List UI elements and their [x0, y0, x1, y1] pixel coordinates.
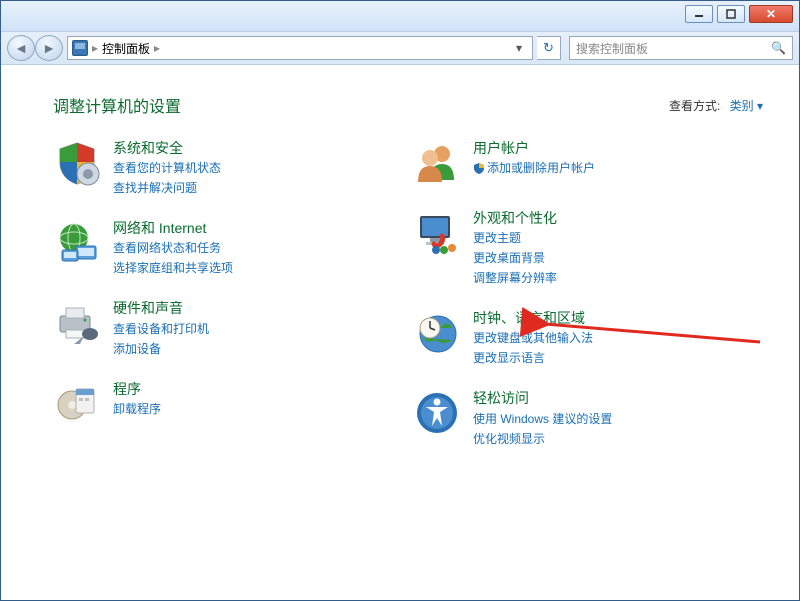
- cat-link-appearance[interactable]: 外观和个性化: [473, 209, 557, 227]
- nav-forward-button[interactable]: ►: [35, 35, 63, 61]
- link-homegroup-sharing[interactable]: 选择家庭组和共享选项: [113, 259, 233, 277]
- cat-programs: 程序 卸载程序: [53, 380, 403, 428]
- cat-hardware: 硬件和声音 查看设备和打印机 添加设备: [53, 299, 403, 357]
- address-dropdown-icon[interactable]: ▾: [510, 41, 528, 55]
- content-header: 调整计算机的设置 查看方式: 类别 ▾: [53, 93, 763, 117]
- clock-globe-icon: [413, 309, 461, 357]
- link-change-theme[interactable]: 更改主题: [473, 229, 557, 247]
- cat-appearance: 外观和个性化 更改主题 更改桌面背景 调整屏幕分辨率: [413, 209, 763, 287]
- view-by: 查看方式: 类别 ▾: [669, 97, 763, 114]
- nav-back-button[interactable]: ◄: [7, 35, 35, 61]
- cat-users: 用户帐户 添加或删除用户帐户: [413, 139, 763, 187]
- link-windows-suggestions[interactable]: 使用 Windows 建议的设置: [473, 410, 612, 428]
- breadcrumb-sep-icon: ▸: [154, 41, 160, 55]
- link-optimize-video[interactable]: 优化视频显示: [473, 430, 612, 448]
- breadcrumb-sep-icon: ▸: [92, 41, 98, 55]
- link-change-keyboard-input[interactable]: 更改键盘或其他输入法: [473, 329, 593, 347]
- left-column: 系统和安全 查看您的计算机状态 查找并解决问题: [53, 139, 403, 448]
- monitor-appearance-icon: [413, 209, 461, 257]
- cat-link-clock-language[interactable]: 时钟、语言和区域: [473, 309, 593, 327]
- close-button[interactable]: ✕: [749, 5, 793, 23]
- right-column: 用户帐户 添加或删除用户帐户: [413, 139, 763, 448]
- link-change-wallpaper[interactable]: 更改桌面背景: [473, 249, 557, 267]
- maximize-button[interactable]: [717, 5, 745, 23]
- refresh-button[interactable]: ↻: [537, 36, 561, 60]
- view-by-label: 查看方式:: [669, 99, 720, 113]
- cat-link-users[interactable]: 用户帐户: [473, 139, 595, 157]
- cat-link-ease-of-access[interactable]: 轻松访问: [473, 389, 612, 407]
- globe-network-icon: [53, 219, 101, 267]
- link-find-fix-problems[interactable]: 查找并解决问题: [113, 179, 221, 197]
- content-area: 调整计算机的设置 查看方式: 类别 ▾: [1, 65, 799, 600]
- cat-link-hardware[interactable]: 硬件和声音: [113, 299, 209, 317]
- cat-link-programs[interactable]: 程序: [113, 380, 161, 398]
- cat-link-network[interactable]: 网络和 Internet: [113, 219, 233, 237]
- minimize-button[interactable]: [685, 5, 713, 23]
- link-add-device[interactable]: 添加设备: [113, 340, 209, 358]
- link-network-status[interactable]: 查看网络状态和任务: [113, 239, 233, 257]
- nav-arrows: ◄ ►: [7, 35, 63, 61]
- cat-link-system-security[interactable]: 系统和安全: [113, 139, 221, 157]
- ease-of-access-icon: [413, 389, 461, 437]
- navbar: ◄ ► ▸ 控制面板 ▸ ▾ ↻ 搜索控制面板 🔍: [1, 31, 799, 65]
- search-placeholder: 搜索控制面板: [576, 40, 648, 57]
- window-frame: ✕ ◄ ► ▸ 控制面板 ▸ ▾ ↻ 搜索控制面板 🔍 调整计算机的设置 查看方…: [0, 0, 800, 601]
- link-view-computer-status[interactable]: 查看您的计算机状态: [113, 159, 221, 177]
- address-bar[interactable]: ▸ 控制面板 ▸ ▾: [67, 36, 533, 60]
- control-panel-icon: [72, 40, 88, 56]
- titlebar: ✕: [1, 1, 799, 31]
- breadcrumb-item[interactable]: 控制面板: [102, 40, 150, 57]
- printer-hardware-icon: [53, 299, 101, 347]
- category-columns: 系统和安全 查看您的计算机状态 查找并解决问题: [53, 139, 763, 448]
- link-add-remove-accounts[interactable]: 添加或删除用户帐户: [473, 159, 595, 177]
- search-box[interactable]: 搜索控制面板 🔍: [569, 36, 793, 60]
- cat-system-security: 系统和安全 查看您的计算机状态 查找并解决问题: [53, 139, 403, 197]
- cat-ease-of-access: 轻松访问 使用 Windows 建议的设置 优化视频显示: [413, 389, 763, 447]
- page-title: 调整计算机的设置: [53, 93, 181, 117]
- programs-icon: [53, 380, 101, 428]
- link-screen-resolution[interactable]: 调整屏幕分辨率: [473, 269, 557, 287]
- cat-network: 网络和 Internet 查看网络状态和任务 选择家庭组和共享选项: [53, 219, 403, 277]
- link-devices-printers[interactable]: 查看设备和打印机: [113, 320, 209, 338]
- search-icon: 🔍: [771, 41, 786, 55]
- cat-clock-language: 时钟、语言和区域 更改键盘或其他输入法 更改显示语言: [413, 309, 763, 367]
- link-uninstall-program[interactable]: 卸载程序: [113, 400, 161, 418]
- view-by-value[interactable]: 类别 ▾: [730, 99, 763, 113]
- link-change-display-language[interactable]: 更改显示语言: [473, 349, 593, 367]
- shield-icon: [53, 139, 101, 187]
- users-icon: [413, 139, 461, 187]
